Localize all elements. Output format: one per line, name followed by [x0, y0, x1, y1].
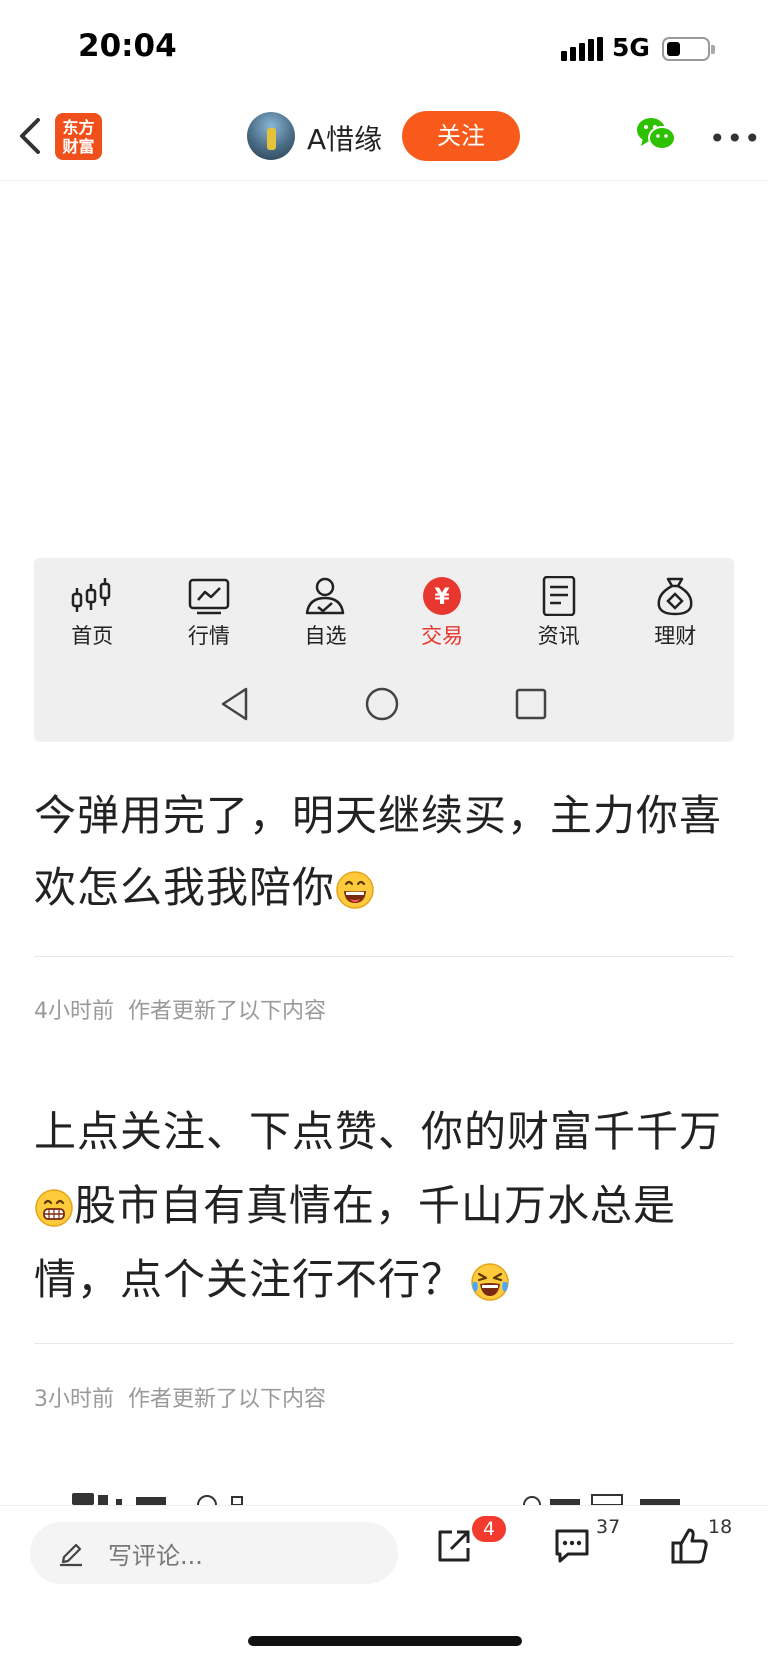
logo-line1: 东方: [62, 117, 95, 137]
signal-icon: [561, 37, 603, 61]
embedded-tab-bar: 首页 行情 自选 ¥ 交易 资讯 理财: [34, 576, 734, 650]
post-text: 今弹用完了，明天继续买，主力你喜欢怎么我我陪你: [34, 780, 734, 924]
nav-back-triangle-icon: [221, 687, 248, 721]
bottom-action-bar: 写评论... 4 37 18: [0, 1505, 768, 1664]
thumbs-up-icon[interactable]: [670, 1526, 710, 1566]
money-bag-icon: [657, 577, 693, 616]
author-avatar[interactable]: [247, 112, 295, 160]
divider: [34, 956, 734, 957]
follow-button[interactable]: 关注: [402, 111, 520, 161]
post-body-b: 股市自有真情在，千山万水总是情，点个关注行不行？: [34, 1181, 677, 1304]
divider: [34, 1343, 734, 1344]
tab-home: 首页: [34, 576, 151, 650]
top-nav: 东方 财富 A惜缘 关注 •••: [0, 100, 768, 181]
update-meta: 3小时前 作者更新了以下内容: [34, 1381, 326, 1413]
tab-market: 行情: [151, 576, 268, 650]
status-time: 20:04: [78, 28, 177, 64]
home-indicator[interactable]: [248, 1636, 522, 1646]
candlestick-icon: [72, 578, 111, 612]
grinning-emoji: [336, 871, 374, 909]
tab-label: 首页: [71, 624, 114, 648]
post-body: 今弹用完了，明天继续买，主力你喜欢怎么我我陪你: [34, 791, 723, 912]
comment-icon[interactable]: [552, 1526, 592, 1566]
tab-trade: ¥ 交易: [384, 576, 501, 650]
update-note: 作者更新了以下内容: [128, 999, 327, 1024]
chart-icon: [188, 578, 230, 615]
logo-line2: 财富: [62, 136, 95, 156]
next-image-partial: [72, 1493, 680, 1505]
grin-emoji: [35, 1189, 73, 1227]
battery-low-icon: [662, 37, 715, 61]
like-count: 18: [708, 1516, 733, 1538]
back-arrow-icon[interactable]: [16, 114, 46, 158]
yen-icon: ¥: [423, 577, 462, 615]
wechat-icon[interactable]: [636, 116, 676, 152]
nav-recent-square-icon: [515, 688, 547, 720]
laughing-tears-emoji: [471, 1263, 509, 1301]
update-time: 3小时前: [34, 1387, 114, 1412]
tab-label: 交易: [421, 624, 464, 648]
status-bar: 20:04 5G: [0, 0, 768, 100]
tab-watchlist: 自选: [267, 576, 384, 650]
system-nav-bar: [34, 686, 734, 726]
author-name[interactable]: A惜缘: [307, 118, 382, 158]
embedded-screenshot[interactable]: 首页 行情 自选 ¥ 交易 资讯 理财: [34, 558, 734, 742]
tab-label: 行情: [187, 624, 230, 648]
comment-placeholder: 写评论...: [108, 1542, 203, 1570]
app-logo[interactable]: 东方 财富: [55, 113, 102, 160]
tab-wealth: 理财: [617, 576, 734, 650]
pen-icon: [60, 1543, 82, 1567]
svg-text:¥: ¥: [434, 585, 450, 610]
update-time: 4小时前: [34, 999, 114, 1024]
update-meta: 4小时前 作者更新了以下内容: [34, 993, 326, 1025]
post-text: 上点关注、下点赞、你的财富千千万 股市自有真情在，千山万水总是情，点个关注行不行…: [34, 1095, 744, 1317]
document-icon: [542, 576, 575, 616]
tab-news: 资讯: [500, 576, 617, 650]
tab-label: 资讯: [537, 624, 580, 648]
nav-home-circle-icon: [365, 687, 399, 721]
network-type: 5G: [612, 33, 650, 62]
tab-label: 理财: [654, 624, 697, 648]
more-icon[interactable]: •••: [709, 122, 762, 155]
tab-label: 自选: [304, 624, 347, 648]
comment-count: 37: [596, 1516, 621, 1538]
share-count-badge: 4: [472, 1516, 506, 1542]
comment-input[interactable]: 写评论...: [30, 1522, 398, 1584]
user-check-icon: [306, 577, 345, 615]
update-note: 作者更新了以下内容: [128, 1387, 327, 1412]
share-icon[interactable]: [434, 1526, 474, 1566]
post-body-a: 上点关注、下点赞、你的财富千千万: [34, 1107, 723, 1156]
